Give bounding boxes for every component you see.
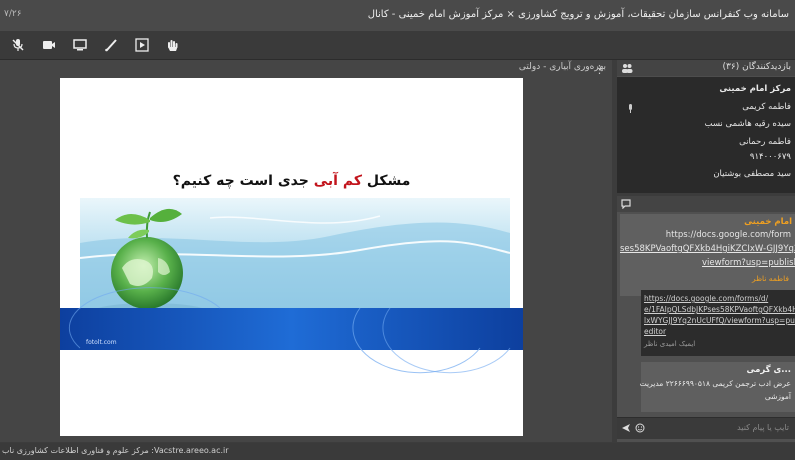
attendee-list: مرکز امام خمینی فاطمه کریمی سیده رقیه ها…: [617, 77, 795, 193]
slide-illustration: fotolt.com: [60, 198, 523, 374]
chat-message: ...ی گرمی عرض ادب ترجمن کریمی ۲۲۶۶۶۹۹۰۵۱…: [639, 362, 795, 412]
chat-author: امام خمینی: [744, 217, 792, 227]
chat-message: امام خمینی https://docs.google.com/form …: [620, 214, 795, 296]
attendee-item[interactable]: ۹۱۴۰۰۰۶۷۹: [750, 152, 791, 162]
window-title: سامانه وب کنفرانس سازمان تحقیقات، آموزش …: [367, 9, 789, 20]
slide-title-end: جدی است چه کنیم؟: [172, 173, 314, 189]
emoji-icon[interactable]: [635, 423, 645, 433]
chat-meta: فاطمه ناظر: [751, 274, 789, 283]
camera-icon: [43, 41, 55, 49]
presentation-slide: مشکل کم آبی جدی است چه کنیم؟ fotolt.com: [60, 78, 523, 436]
chat-author: ...ی گرمی: [746, 365, 791, 375]
share-pod: بهره‌وری آبیاری - دولتی ⋮ مشکل کم آبی جد…: [0, 60, 612, 442]
chat-link[interactable]: lxWYGJJ9Yq2nUcUFfQ/viewform?usp=publis: [644, 316, 795, 325]
slide-counter: ۷/۲۶: [4, 9, 22, 19]
slide-footer-credit: fotolt.com: [86, 339, 117, 346]
title-bar: ۷/۲۶ سامانه وب کنفرانس سازمان تحقیقات، آ…: [0, 0, 795, 31]
slide-title-highlight: کم آبی: [313, 173, 362, 189]
chat-header: [617, 196, 795, 212]
slide-title-start: مشکل: [361, 173, 411, 189]
chat-link[interactable]: ses58KPVaoftgQFXkb4HgiKZCIxW-GJJ9Yq2nUcU: [620, 244, 795, 254]
attendees-count: بازدیدکنندگان (۳۶): [722, 62, 791, 72]
status-bar: مرکز علوم و فناوری اطلاعات کشاورزی ناب :…: [0, 443, 795, 460]
pen-icon: [105, 39, 117, 52]
attendee-host[interactable]: مرکز امام خمینی: [719, 84, 791, 94]
screen-share-icon: [73, 39, 87, 51]
share-screen-button[interactable]: [70, 35, 90, 55]
chat-link[interactable]: editor: [644, 327, 666, 336]
chat-input-field[interactable]: تایپ یا پیام کنید: [737, 423, 789, 432]
toolbar: [0, 31, 795, 60]
attendees-pod: بازدیدکنندگان (۳۶) مرکز امام خمینی فاطمه…: [617, 60, 795, 193]
mic-off-icon: [12, 39, 24, 51]
chat-text: عرض ادب ترجمن کریمی ۲۲۶۶۶۹۹۰۵۱۸ مدیریت: [639, 379, 791, 388]
share-pod-title: بهره‌وری آبیاری - دولتی: [518, 62, 606, 72]
play-button[interactable]: [132, 35, 152, 55]
attendees-header: بازدیدکنندگان (۳۶): [617, 60, 795, 76]
attendee-item[interactable]: فاطمه کریمی: [742, 102, 791, 112]
chat-pod: امام خمینی https://docs.google.com/form …: [617, 196, 795, 442]
slide-title: مشکل کم آبی جدی است چه کنیم؟: [60, 173, 523, 189]
camera-button[interactable]: [39, 35, 59, 55]
chat-link[interactable]: viewform?usp=publish-e: [702, 258, 795, 268]
attendee-item[interactable]: سیده رقیه هاشمی نسب: [705, 119, 792, 129]
chat-link[interactable]: e/1FAIpQLSdbJKPses58KPVaoftgQFXkb4H: [644, 305, 795, 314]
chat-message: https://docs.google.com/forms/d/ e/1FAIp…: [641, 290, 795, 356]
chat-meta: ایمیک امیدی ناظر: [644, 340, 696, 348]
chat-link[interactable]: https://docs.google.com/form: [666, 230, 791, 240]
raise-hand-button[interactable]: [162, 35, 182, 55]
status-text: مرکز علوم و فناوری اطلاعات کشاورزی ناب :…: [2, 446, 229, 455]
attendee-item[interactable]: سید مصطفی بوشتیان: [713, 169, 791, 179]
chat-icon: [621, 199, 631, 209]
draw-button[interactable]: [101, 35, 121, 55]
chat-text: آموزشی: [764, 392, 791, 401]
send-icon[interactable]: [621, 423, 631, 433]
people-icon: [622, 64, 633, 73]
hand-icon: [168, 40, 178, 51]
chat-link[interactable]: https://docs.google.com/forms/d/: [644, 294, 768, 303]
microphone-icon: [629, 104, 632, 113]
mic-off-button[interactable]: [8, 35, 28, 55]
play-icon: [135, 38, 149, 52]
pod-menu-icon[interactable]: ⋮: [594, 63, 605, 76]
attendee-item[interactable]: فاطمه رحمانی: [739, 137, 791, 147]
chat-input-bar: تایپ یا پیام کنید: [617, 417, 795, 439]
